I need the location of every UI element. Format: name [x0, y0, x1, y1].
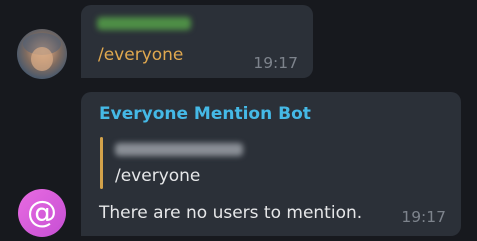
message-bubble-bot[interactable]: Everyone Mention Bot /everyone There are…	[81, 92, 461, 236]
reply-quote-bar	[100, 137, 103, 189]
reply-quote-blurred-name	[115, 143, 243, 156]
reply-quote-text[interactable]: /everyone	[115, 166, 200, 186]
blurred-sender-name	[97, 17, 191, 30]
user-avatar[interactable]	[17, 29, 67, 79]
avatar-photo-face	[31, 47, 53, 71]
message-text: There are no users to mention.	[99, 203, 363, 223]
message-command-text[interactable]: /everyone	[98, 45, 183, 65]
bot-avatar-at-icon[interactable]: @	[18, 189, 66, 237]
message-time: 19:17	[401, 208, 446, 226]
bot-sender-name[interactable]: Everyone Mention Bot	[99, 104, 311, 124]
message-bubble-user[interactable]: /everyone 19:17	[81, 5, 313, 78]
message-time: 19:17	[253, 54, 298, 72]
